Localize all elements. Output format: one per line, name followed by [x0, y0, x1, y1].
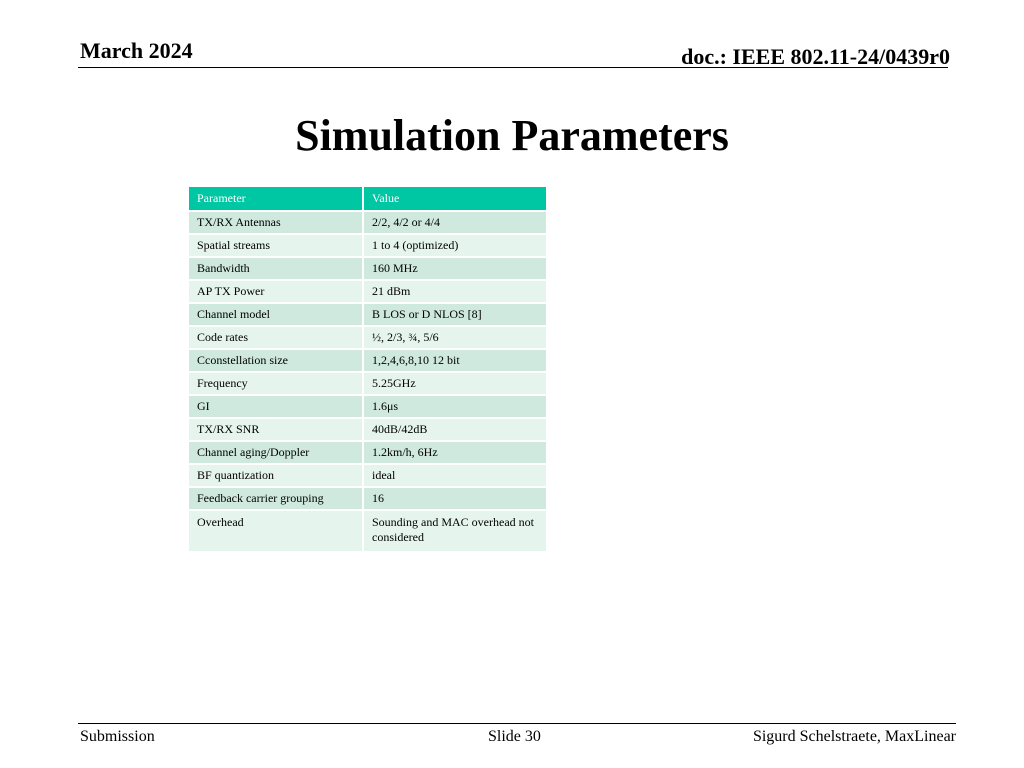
footer-divider — [78, 723, 956, 724]
parameters-table: Parameter Value TX/RX Antennas 2/2, 4/2 … — [187, 185, 548, 553]
parameter-cell: Cconstellation size — [187, 348, 364, 373]
footer-submission: Submission — [80, 728, 155, 745]
value-cell: Sounding and MAC overhead not considered — [362, 509, 548, 553]
table-row: Frequency 5.25GHz — [187, 371, 548, 396]
value-cell: B LOS or D NLOS [8] — [362, 302, 548, 327]
parameter-cell: Bandwidth — [187, 256, 364, 281]
value-cell: 1,2,4,6,8,10 12 bit — [362, 348, 548, 373]
table-row: BF quantization ideal — [187, 463, 548, 488]
parameter-cell: Channel aging/Doppler — [187, 440, 364, 465]
value-cell: 5.25GHz — [362, 371, 548, 396]
header-date: March 2024 — [80, 38, 193, 63]
value-cell: ideal — [362, 463, 548, 488]
table-row: Cconstellation size 1,2,4,6,8,10 12 bit — [187, 348, 548, 373]
parameter-cell: TX/RX SNR — [187, 417, 364, 442]
column-header-value: Value — [362, 185, 548, 212]
footer-author: Sigurd Schelstraete, MaxLinear — [752, 728, 956, 745]
parameter-cell: AP TX Power — [187, 279, 364, 304]
table-header-row: Parameter Value — [187, 185, 548, 212]
value-cell: 1.6μs — [362, 394, 548, 419]
value-cell: 16 — [362, 486, 548, 511]
table-row: AP TX Power 21 dBm — [187, 279, 548, 304]
table-row: Bandwidth 160 MHz — [187, 256, 548, 281]
table-row: GI 1.6μs — [187, 394, 548, 419]
parameter-cell: Feedback carrier grouping — [187, 486, 364, 511]
parameter-cell: Frequency — [187, 371, 364, 396]
parameter-cell: Overhead — [187, 509, 364, 553]
parameter-cell: Spatial streams — [187, 233, 364, 258]
header-divider — [78, 67, 948, 68]
value-cell: 40dB/42dB — [362, 417, 548, 442]
parameter-cell: Channel model — [187, 302, 364, 327]
slide-title: Simulation Parameters — [295, 111, 729, 160]
table-row: Feedback carrier grouping 16 — [187, 486, 548, 511]
value-cell: 1 to 4 (optimized) — [362, 233, 548, 258]
parameter-cell: Code rates — [187, 325, 364, 350]
footer-slide-number: Slide 30 — [488, 728, 541, 745]
table-row: TX/RX SNR 40dB/42dB — [187, 417, 548, 442]
value-cell: 160 MHz — [362, 256, 548, 281]
value-cell: 2/2, 4/2 or 4/4 — [362, 210, 548, 235]
table-row: Channel aging/Doppler 1.2km/h, 6Hz — [187, 440, 548, 465]
parameter-cell: GI — [187, 394, 364, 419]
value-cell: 21 dBm — [362, 279, 548, 304]
table-row: Channel model B LOS or D NLOS [8] — [187, 302, 548, 327]
column-header-parameter: Parameter — [187, 185, 364, 212]
parameter-cell: TX/RX Antennas — [187, 210, 364, 235]
table-row: Spatial streams 1 to 4 (optimized) — [187, 233, 548, 258]
table-row: TX/RX Antennas 2/2, 4/2 or 4/4 — [187, 210, 548, 235]
table-row: Overhead Sounding and MAC overhead not c… — [187, 509, 548, 553]
value-cell: ½, 2/3, ¾, 5/6 — [362, 325, 548, 350]
table-row: Code rates ½, 2/3, ¾, 5/6 — [187, 325, 548, 350]
value-cell: 1.2km/h, 6Hz — [362, 440, 548, 465]
parameter-cell: BF quantization — [187, 463, 364, 488]
